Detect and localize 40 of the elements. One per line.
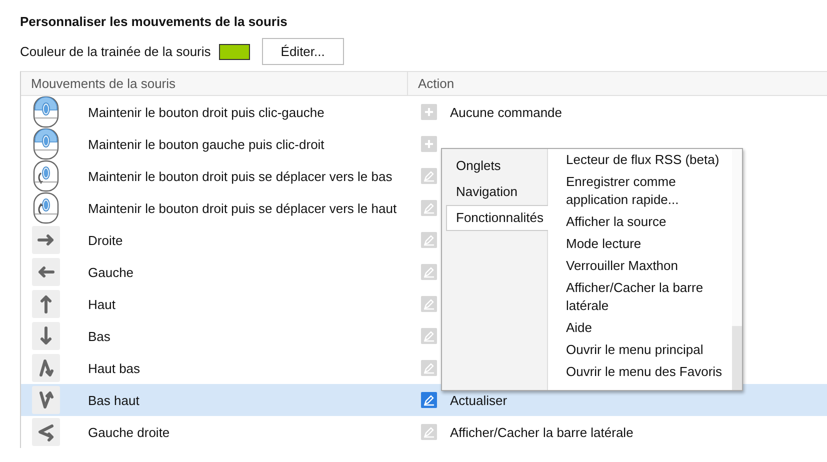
category-tab[interactable]: Onglets bbox=[446, 153, 547, 179]
menu-item[interactable]: Aide bbox=[566, 317, 726, 339]
gesture-name[interactable]: Haut bbox=[88, 296, 116, 312]
menu-item[interactable]: Lecteur de flux RSS (beta) bbox=[566, 149, 726, 171]
menu-item[interactable]: Afficher/Cacher la barre latérale bbox=[566, 277, 726, 317]
gesture-name[interactable]: Gauche droite bbox=[88, 424, 170, 440]
color-swatch[interactable] bbox=[218, 44, 250, 60]
category-tab[interactable]: Navigation bbox=[446, 179, 547, 205]
edit-button[interactable]: Éditer... bbox=[262, 38, 344, 65]
gesture-name[interactable]: Bas bbox=[88, 328, 110, 344]
scrollbar[interactable] bbox=[732, 149, 742, 390]
mouse-icon bbox=[32, 192, 60, 224]
action-name: Afficher/Cacher la barre latérale bbox=[450, 424, 634, 440]
menu-item[interactable]: Ouvrir le menu des Favoris bbox=[566, 361, 726, 383]
column-header: Action bbox=[407, 72, 827, 95]
mouse-icon bbox=[32, 128, 60, 160]
gesture-name[interactable]: Haut bas bbox=[88, 360, 140, 376]
plus-icon[interactable] bbox=[421, 104, 437, 120]
scrollbar-thumb[interactable] bbox=[732, 326, 742, 390]
edit-icon[interactable] bbox=[421, 392, 437, 408]
menu-item[interactable]: Ouvrir le menu principal bbox=[566, 339, 726, 361]
menu-item[interactable]: Verrouiller Maxthon bbox=[566, 255, 726, 277]
section-title: Personnaliser les mouvements de la souris bbox=[20, 14, 288, 29]
mouse-icon bbox=[32, 160, 60, 192]
menu-item[interactable]: Enregistrer comme application rapide... bbox=[566, 171, 726, 211]
gesture-name[interactable]: Droite bbox=[88, 232, 123, 248]
gesture-name[interactable]: Maintenir le bouton droit puis se déplacer vers le bas bbox=[88, 168, 392, 184]
column-header: Mouvements de la souris bbox=[30, 76, 177, 91]
action-name: Actualiser bbox=[450, 392, 508, 408]
gesture-name[interactable]: Maintenir le bouton droit puis clic-gauche bbox=[88, 104, 324, 120]
menu-item[interactable]: Mode lecture bbox=[566, 233, 726, 255]
trail-color-label: Couleur de la trainée de la souris bbox=[20, 44, 211, 59]
gesture-name[interactable]: Maintenir le bouton gauche puis clic-droit bbox=[88, 136, 324, 152]
menu-item[interactable]: Afficher la source bbox=[566, 211, 726, 233]
gesture-name[interactable]: Bas haut bbox=[88, 392, 140, 408]
plus-icon[interactable] bbox=[421, 136, 437, 152]
gesture-name[interactable]: Gauche bbox=[88, 264, 134, 280]
gesture-name[interactable]: Maintenir le bouton droit puis se déplacer vers le haut bbox=[88, 200, 397, 216]
action-name: Aucune commande bbox=[450, 104, 562, 120]
category-tab[interactable]: Fonctionnalités bbox=[446, 205, 548, 231]
